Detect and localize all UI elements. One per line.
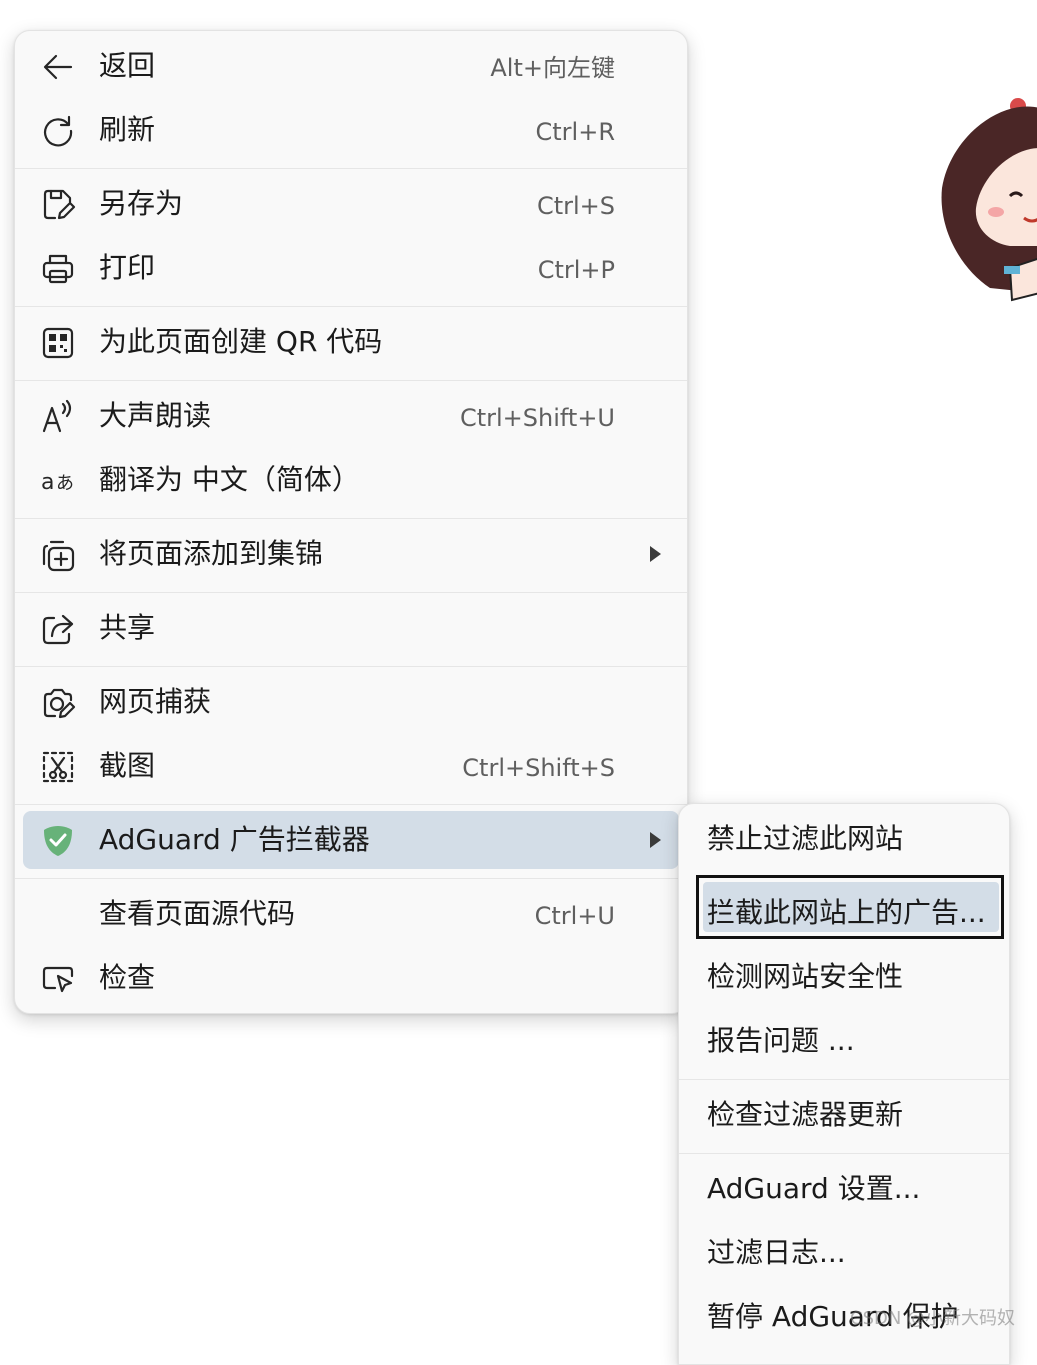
- submenu-item-filtering-log[interactable]: 过滤日志...: [679, 1221, 1009, 1285]
- menu-separator: [15, 168, 687, 169]
- adguard-submenu: 禁止过滤此网站 拦截此网站上的广告... 检测网站安全性 报告问题 ... 检查…: [678, 803, 1010, 1365]
- submenu-item-label: 拦截此网站上的广告...: [707, 896, 986, 929]
- submenu-item-label: 检查过滤器更新: [707, 1098, 904, 1131]
- refresh-icon: [44, 115, 73, 147]
- menu-item-translate[interactable]: a あ 翻译为 中文（简体）: [15, 448, 687, 512]
- menu-item-shortcut: Ctrl+Shift+S: [462, 754, 615, 782]
- menu-item-shortcut: Ctrl+P: [537, 256, 615, 284]
- menu-separator: [679, 1153, 1009, 1154]
- translate-icon: a あ: [41, 470, 74, 495]
- menu-item-inspect[interactable]: 检查: [15, 946, 687, 1010]
- menu-item-label: 为此页面创建 QR 代码: [99, 325, 383, 358]
- share-icon: [42, 614, 74, 645]
- menu-item-shortcut: Ctrl+Shift+U: [459, 404, 615, 432]
- menu-separator: [15, 666, 687, 667]
- submenu-item-block-ads[interactable]: 拦截此网站上的广告...: [679, 881, 1009, 945]
- submenu-arrow-icon: [650, 832, 661, 848]
- menu-item-label: 返回: [99, 49, 156, 82]
- submenu-item-label: AdGuard 设置...: [707, 1172, 921, 1205]
- menu-item-label: 刷新: [99, 113, 156, 146]
- printer-icon: [42, 254, 74, 284]
- menu-item-shortcut: Ctrl+S: [536, 192, 615, 220]
- avatar-illustration: [941, 98, 1037, 302]
- menu-item-shortcut: Alt+向左键: [490, 54, 615, 82]
- adguard-shield-icon: [44, 826, 72, 856]
- menu-separator: [679, 1079, 1009, 1080]
- menu-item-print[interactable]: 打印 Ctrl+P: [15, 236, 687, 300]
- menu-separator: [15, 380, 687, 381]
- submenu-item-report-issue[interactable]: 报告问题 ...: [679, 1009, 1009, 1073]
- menu-separator: [15, 878, 687, 879]
- save-as-icon: [43, 189, 76, 220]
- menu-item-web-capture[interactable]: 网页捕获: [15, 670, 687, 734]
- menu-item-label: 查看页面源代码: [99, 897, 296, 930]
- submenu-item-label: 过滤日志...: [707, 1236, 846, 1269]
- submenu-item-label: 禁止过滤此网站: [707, 822, 904, 855]
- menu-item-label: 大声朗读: [99, 399, 212, 432]
- menu-item-add-to-collections[interactable]: 将页面添加到集锦: [15, 522, 687, 586]
- menu-item-label: 打印: [99, 251, 156, 284]
- menu-item-screenshot[interactable]: 截图 Ctrl+Shift+S: [15, 734, 687, 798]
- menu-item-label: 翻译为 中文（简体）: [99, 463, 360, 496]
- menu-separator: [15, 592, 687, 593]
- submenu-arrow-icon: [650, 546, 661, 562]
- read-aloud-icon: [42, 399, 72, 433]
- submenu-item-disable-filtering[interactable]: 禁止过滤此网站: [679, 807, 1009, 871]
- web-capture-icon: [43, 688, 76, 719]
- menu-item-view-source[interactable]: 查看页面源代码 Ctrl+U: [15, 882, 687, 946]
- menu-separator: [15, 306, 687, 307]
- submenu-item-check-updates[interactable]: 检查过滤器更新: [679, 1083, 1009, 1147]
- collections-add-icon: [42, 540, 75, 572]
- menu-item-label: 将页面添加到集锦: [99, 537, 324, 570]
- menu-item-share[interactable]: 共享: [15, 596, 687, 660]
- menu-item-label: 共享: [99, 611, 156, 644]
- submenu-item-check-security[interactable]: 检测网站安全性: [679, 945, 1009, 1009]
- qr-code-icon: [42, 327, 74, 359]
- inspect-icon: [42, 966, 74, 993]
- menu-item-label: 检查: [99, 961, 156, 994]
- context-menu: 返回 Alt+向左键 刷新 Ctrl+R 另存为 Ctrl+S 打印 Ctrl+…: [14, 30, 688, 1014]
- svg-text:あ: あ: [56, 473, 74, 494]
- svg-text:a: a: [41, 470, 54, 495]
- menu-item-label: AdGuard 广告拦截器: [99, 823, 370, 856]
- menu-item-shortcut: Ctrl+R: [535, 118, 616, 146]
- menu-item-label: 另存为: [99, 187, 184, 220]
- menu-item-qr-code[interactable]: 为此页面创建 QR 代码: [15, 310, 687, 374]
- submenu-item-settings[interactable]: AdGuard 设置...: [679, 1157, 1009, 1221]
- menu-item-label: 网页捕获: [99, 685, 212, 718]
- submenu-item-label: 检测网站安全性: [707, 960, 904, 993]
- menu-item-save-as[interactable]: 另存为 Ctrl+S: [15, 172, 687, 236]
- menu-separator: [15, 804, 687, 805]
- submenu-item-label: 报告问题 ...: [707, 1024, 855, 1057]
- screenshot-icon: [42, 751, 74, 783]
- back-arrow-icon: [43, 54, 73, 80]
- menu-item-shortcut: Ctrl+U: [534, 902, 615, 930]
- menu-item-adguard[interactable]: AdGuard 广告拦截器: [15, 808, 687, 872]
- menu-item-label: 截图: [99, 749, 156, 782]
- watermark: CSDN @小新大码奴: [850, 1308, 1016, 1329]
- menu-separator: [15, 518, 687, 519]
- menu-item-read-aloud[interactable]: 大声朗读 Ctrl+Shift+U: [15, 384, 687, 448]
- menu-item-refresh[interactable]: 刷新 Ctrl+R: [15, 98, 687, 162]
- menu-item-back[interactable]: 返回 Alt+向左键: [15, 34, 687, 98]
